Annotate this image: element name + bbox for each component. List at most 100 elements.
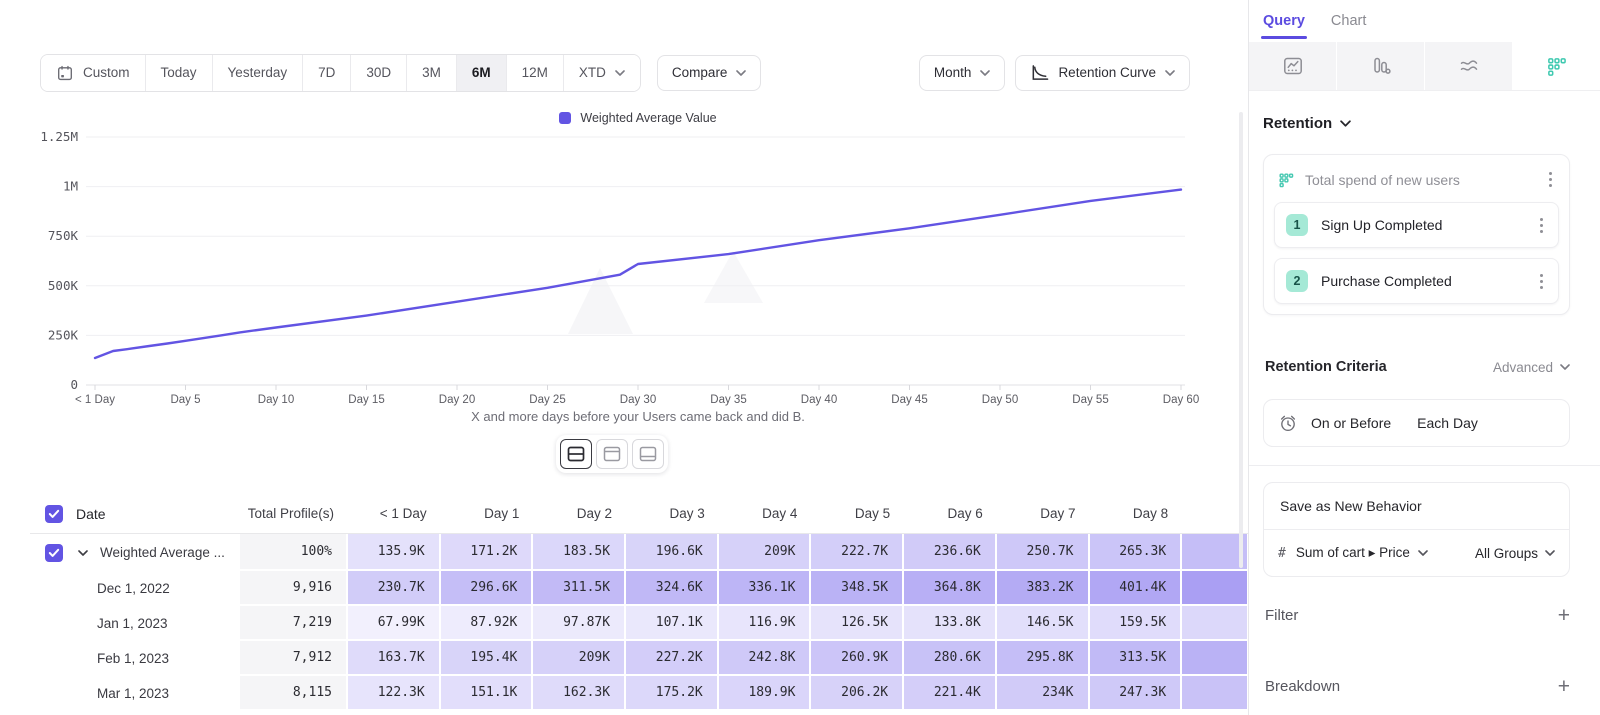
range-today[interactable]: Today xyxy=(145,55,212,91)
groups-label: All Groups xyxy=(1475,546,1538,561)
retention-value-cell[interactable]: 236.6K xyxy=(904,534,997,571)
column-header[interactable]: Day 8 xyxy=(1090,494,1183,533)
split-view-toggle[interactable] xyxy=(560,439,592,469)
retention-value-cell[interactable]: 311.5K xyxy=(533,571,626,606)
retention-value-cell[interactable]: 183.5K xyxy=(533,534,626,571)
range-6m[interactable]: 6M xyxy=(456,55,506,91)
column-header[interactable]: Day 2 xyxy=(533,494,626,533)
retention-value-cell[interactable]: 234K xyxy=(997,676,1090,711)
range-30d[interactable]: 30D xyxy=(350,55,406,91)
tab-chart[interactable]: Chart xyxy=(1331,13,1366,29)
retention-value-cell[interactable]: 159.5K xyxy=(1090,606,1183,641)
report-section-dropdown[interactable]: Retention xyxy=(1263,115,1586,132)
retention-value-cell[interactable]: 146.5K xyxy=(997,606,1090,641)
retention-value-cell[interactable]: 242.8K xyxy=(719,641,812,676)
kebab-menu-icon[interactable] xyxy=(1534,271,1548,292)
retention-value-cell[interactable]: 336.1K xyxy=(719,571,812,606)
retention-value-cell[interactable]: 280.6K xyxy=(904,641,997,676)
behavior-step[interactable]: 2Purchase Completed xyxy=(1274,258,1559,304)
retention-window-card[interactable]: On or Before Each Day xyxy=(1263,399,1570,447)
bottom-panel-view-toggle[interactable] xyxy=(632,439,664,469)
retention-value-cell[interactable]: 260.9K xyxy=(811,641,904,676)
retention-value-cell[interactable]: 296.6K xyxy=(441,571,534,606)
kebab-menu-icon[interactable] xyxy=(1543,169,1557,190)
compare-button[interactable]: Compare xyxy=(657,55,762,91)
retention-value-cell[interactable]: 295.8K xyxy=(997,641,1090,676)
retention-value-cell[interactable]: 126.5K xyxy=(811,606,904,641)
retention-value-cell[interactable]: 135.9K xyxy=(348,534,441,571)
y-axis-tick: 1.25M xyxy=(40,129,78,144)
retention-value-cell[interactable]: 222.7K xyxy=(811,534,904,571)
retention-value-cell[interactable]: 221.4K xyxy=(904,676,997,711)
vertical-scrollbar[interactable] xyxy=(1239,112,1243,568)
report-type-funnels[interactable] xyxy=(1337,42,1425,90)
retention-value-cell[interactable]: 97.87K xyxy=(533,606,626,641)
retention-value-cell[interactable]: 209K xyxy=(719,534,812,571)
expand-caret-icon[interactable] xyxy=(78,550,88,556)
column-header[interactable]: Day 1 xyxy=(441,494,534,533)
range-yesterday[interactable]: Yesterday xyxy=(212,55,303,91)
groups-dropdown[interactable]: All Groups xyxy=(1475,546,1555,561)
retention-value-cell[interactable]: 107.1K xyxy=(626,606,719,641)
retention-value-cell[interactable]: 87.92K xyxy=(441,606,534,641)
tab-query[interactable]: Query xyxy=(1263,13,1305,29)
column-header[interactable]: Day 7 xyxy=(997,494,1090,533)
granularity-button[interactable]: Month xyxy=(919,55,1006,91)
range-custom[interactable]: Custom xyxy=(41,55,145,91)
retention-value-cell[interactable]: 116.9K xyxy=(719,606,812,641)
retention-value-cell[interactable]: 401.4K xyxy=(1090,571,1183,606)
retention-value-cell[interactable]: 206.2K xyxy=(811,676,904,711)
add-breakdown-icon[interactable]: + xyxy=(1558,676,1570,697)
retention-value-cell[interactable]: 163.7K xyxy=(348,641,441,676)
retention-value-cell[interactable]: 313.5K xyxy=(1090,641,1183,676)
range-3m[interactable]: 3M xyxy=(406,55,456,91)
column-header[interactable]: Day 6 xyxy=(904,494,997,533)
retention-value-cell[interactable]: 175.2K xyxy=(626,676,719,711)
retention-value-cell[interactable]: 162.3K xyxy=(533,676,626,711)
behavior-step[interactable]: 1Sign Up Completed xyxy=(1274,202,1559,248)
column-header[interactable]: < 1 Day xyxy=(348,494,441,533)
retention-value-cell[interactable]: 227.2K xyxy=(626,641,719,676)
retention-value-cell[interactable]: 324.6K xyxy=(626,571,719,606)
range-xtd[interactable]: XTD xyxy=(563,55,640,91)
column-header-label: Day 5 xyxy=(855,506,890,521)
retention-value-cell[interactable]: 230.7K xyxy=(348,571,441,606)
measurement-dropdown[interactable]: Sum of cart ▸ Price xyxy=(1296,545,1428,561)
retention-value-cell[interactable]: 383.2K xyxy=(997,571,1090,606)
top-panel-view-toggle[interactable] xyxy=(596,439,628,469)
behavior-header[interactable]: Total spend of new users xyxy=(1264,155,1569,202)
retention-value-cell[interactable]: 195.4K xyxy=(441,641,534,676)
column-header[interactable]: Day 4 xyxy=(719,494,812,533)
save-behavior-button[interactable]: Save as New Behavior xyxy=(1264,483,1569,530)
retention-value-cell[interactable]: 364.8K xyxy=(904,571,997,606)
retention-value-cell[interactable]: 189.9K xyxy=(719,676,812,711)
column-header[interactable]: Day 5 xyxy=(811,494,904,533)
retention-value-cell[interactable]: 171.2K xyxy=(441,534,534,571)
report-type-flows[interactable] xyxy=(1425,42,1513,90)
retention-value-cell[interactable]: 196.6K xyxy=(626,534,719,571)
retention-value-cell[interactable]: 151.1K xyxy=(441,676,534,711)
retention-value-cell[interactable]: 250.7K xyxy=(997,534,1090,571)
range-12m[interactable]: 12M xyxy=(506,55,563,91)
row-checkbox[interactable] xyxy=(45,505,63,523)
column-header[interactable]: Total Profile(s) xyxy=(240,494,348,533)
kebab-menu-icon[interactable] xyxy=(1534,215,1548,236)
retention-value-cell[interactable]: 67.99K xyxy=(348,606,441,641)
chart-type-button[interactable]: Retention Curve xyxy=(1015,55,1190,91)
range-7d[interactable]: 7D xyxy=(302,55,350,91)
report-type-retention[interactable] xyxy=(1513,42,1600,90)
report-type-insights[interactable] xyxy=(1249,42,1337,90)
chart-legend[interactable]: Weighted Average Value xyxy=(95,111,1181,125)
retention-value-cell[interactable]: 265.3K xyxy=(1090,534,1183,571)
retention-value-cell[interactable]: 348.5K xyxy=(811,571,904,606)
column-header[interactable]: Date xyxy=(30,494,240,533)
retention-value-cell-clipped xyxy=(1182,606,1249,641)
criteria-mode-dropdown[interactable]: Advanced xyxy=(1493,360,1570,375)
column-header[interactable]: Day 3 xyxy=(626,494,719,533)
retention-value-cell[interactable]: 247.3K xyxy=(1090,676,1183,711)
retention-value-cell[interactable]: 209K xyxy=(533,641,626,676)
add-filter-icon[interactable]: + xyxy=(1558,605,1570,626)
row-checkbox[interactable] xyxy=(45,544,63,562)
retention-value-cell[interactable]: 133.8K xyxy=(904,606,997,641)
retention-value-cell[interactable]: 122.3K xyxy=(348,676,441,711)
